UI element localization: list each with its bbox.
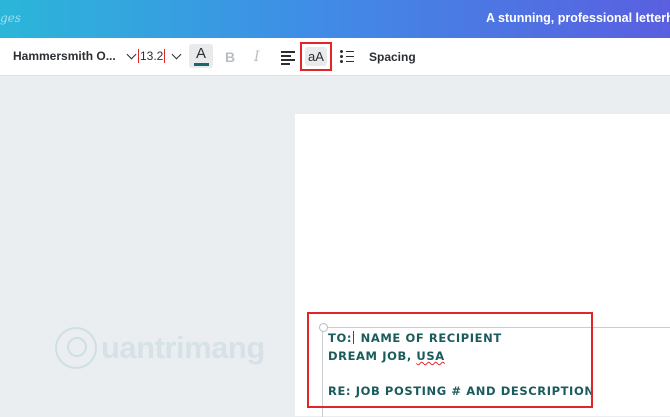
bold-button[interactable]: B <box>225 49 235 65</box>
list-icon <box>340 50 354 53</box>
spacing-button[interactable]: Spacing <box>369 50 416 64</box>
text-color-swatch <box>193 62 209 66</box>
watermark-text: uantrimang <box>101 330 265 365</box>
font-size-value: 13.2 <box>138 49 166 63</box>
watermark-logo-icon <box>55 327 97 369</box>
font-family-dropdown[interactable]: Hammersmith O... <box>13 49 137 63</box>
align-left-button[interactable] <box>281 51 295 67</box>
chevron-down-icon <box>126 49 137 59</box>
font-family-value: Hammersmith O... <box>13 49 116 63</box>
font-size-input[interactable]: 13.2 <box>138 49 182 63</box>
breadcrumb[interactable]: ges <box>0 11 21 25</box>
text-color-button[interactable]: A <box>189 44 213 68</box>
highlight-annotation <box>307 312 593 408</box>
text-toolbar: Hammersmith O... 13.2 A B I aA Spacing <box>0 38 670 76</box>
align-left-icon <box>281 51 295 53</box>
watermark: uantrimang <box>55 327 265 369</box>
top-banner: ges A stunning, professional letterhead … <box>0 0 670 38</box>
chevron-down-icon[interactable] <box>171 49 182 59</box>
letter-case-button[interactable]: aA <box>300 42 332 71</box>
text-color-letter: A <box>195 44 206 62</box>
letter-case-label: aA <box>305 47 327 66</box>
italic-button[interactable]: I <box>254 49 260 65</box>
list-button[interactable] <box>340 50 354 65</box>
design-title[interactable]: A stunning, professional letterhead is <box>486 11 670 25</box>
